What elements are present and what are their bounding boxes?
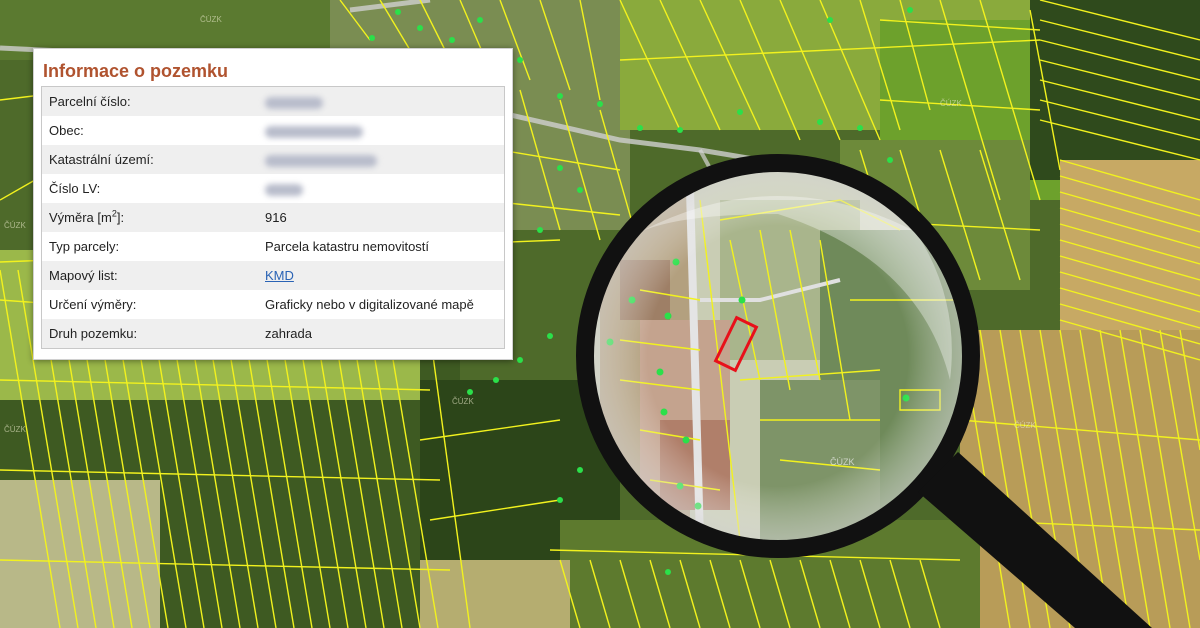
row-area: Výměra [m2]: 916 [41,203,505,232]
label-area: Výměra [m2]: [41,203,256,232]
label-area-determination: Určení výměry: [41,290,256,319]
row-cadastral-area: Katastrální území: [41,145,505,174]
row-land-type: Druh pozemku: zahrada [41,319,505,349]
value-parcel-number [256,86,505,116]
svg-text:ČÚZK: ČÚZK [1014,421,1036,430]
redacted-value [265,183,303,196]
svg-text:ČÚZK: ČÚZK [4,221,26,230]
parcel-info-panel: Informace o pozemku Parcelní číslo: Obec… [33,48,513,360]
redacted-value [265,125,363,138]
label-map-sheet: Mapový list: [41,261,256,290]
svg-text:ČÚZK: ČÚZK [4,425,26,434]
label-area-suffix: ]: [116,210,125,225]
row-area-determination: Určení výměry: Graficky nebo v digitaliz… [41,290,505,319]
value-land-type: zahrada [256,319,505,349]
redacted-value [265,154,377,167]
value-municipality [256,116,505,145]
panel-title: Informace o pozemku [43,61,229,81]
parcel-info-table: Parcelní číslo: Obec: Katastrální území:… [41,86,505,349]
label-land-type: Druh pozemku: [41,319,256,349]
label-cadastral-area: Katastrální území: [41,145,256,174]
label-parcel-type: Typ parcely: [41,232,256,261]
label-lv-number: Číslo LV: [41,174,256,203]
row-map-sheet: Mapový list: KMD [41,261,505,290]
svg-text:ČÚZK: ČÚZK [452,397,474,406]
row-lv-number: Číslo LV: [41,174,505,203]
value-lv-number [256,174,505,203]
value-cadastral-area [256,145,505,174]
redacted-value [265,96,323,109]
value-area: 916 [256,203,505,232]
value-area-determination: Graficky nebo v digitalizované mapě [256,290,505,319]
map-sheet-link[interactable]: KMD [265,268,294,283]
label-municipality: Obec: [41,116,256,145]
value-map-sheet: KMD [256,261,505,290]
svg-text:ČÚZK: ČÚZK [200,15,222,24]
label-parcel-number: Parcelní číslo: [41,86,256,116]
row-parcel-type: Typ parcely: Parcela katastru nemovitost… [41,232,505,261]
svg-text:ČÚZK: ČÚZK [940,99,962,108]
label-area-text: Výměra [m [49,210,112,225]
row-parcel-number: Parcelní číslo: [41,86,505,116]
row-municipality: Obec: [41,116,505,145]
value-parcel-type: Parcela katastru nemovitostí [256,232,505,261]
